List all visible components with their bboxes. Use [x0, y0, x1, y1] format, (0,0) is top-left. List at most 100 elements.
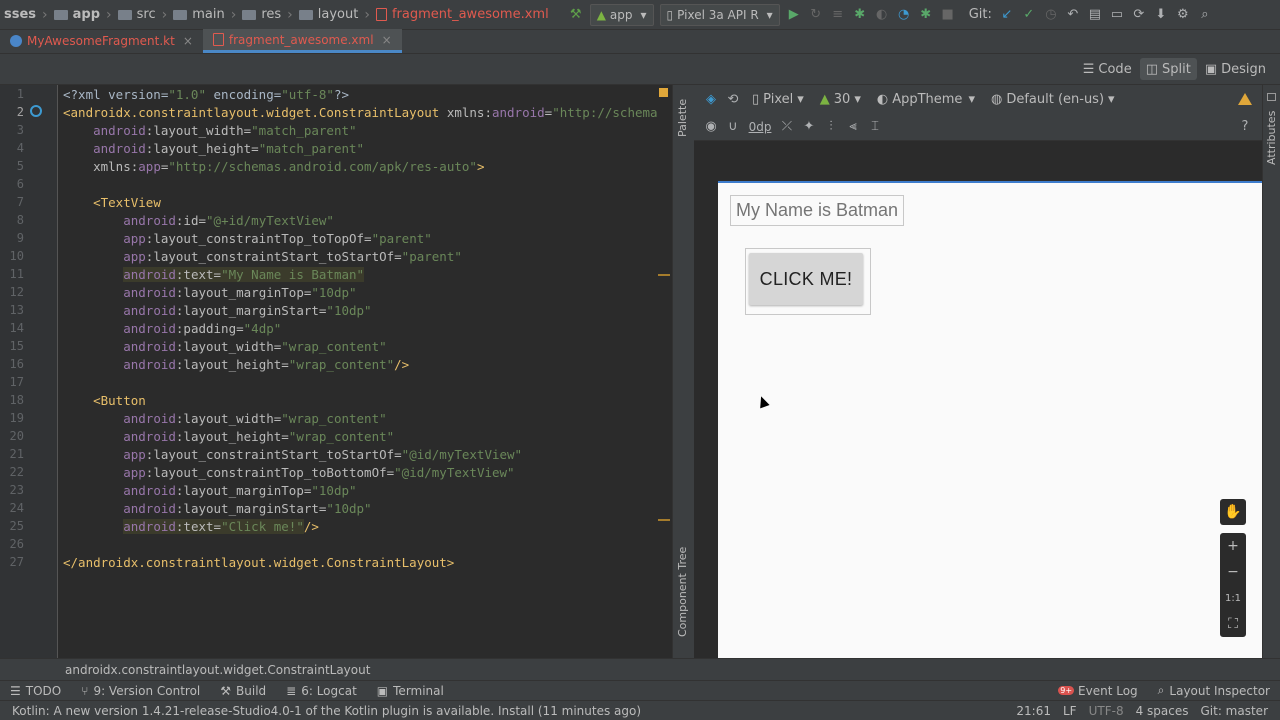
breadcrumb-file[interactable]: fragment_awesome.xml	[372, 0, 553, 30]
design-mode-button[interactable]: ▣ Design	[1199, 58, 1272, 80]
code-line[interactable]: android:text="My Name is Batman"	[63, 266, 365, 284]
guidelines-icon[interactable]: ⫶	[820, 116, 842, 138]
hammer-icon[interactable]: ⚒	[565, 4, 587, 26]
magnet-icon[interactable]: ∪	[722, 116, 744, 138]
breadcrumb-src[interactable]: src	[114, 0, 160, 30]
run-icon[interactable]: ▶	[783, 4, 805, 26]
code-mode-button[interactable]: ☰ Code	[1077, 58, 1138, 80]
breadcrumb-layout[interactable]: layout	[295, 0, 363, 30]
stop-icon[interactable]: ■	[937, 4, 959, 26]
git-history-icon[interactable]: ◷	[1040, 4, 1062, 26]
code-line[interactable]: app:layout_constraintStart_toStartOf="pa…	[63, 248, 462, 266]
event-log-tool-window[interactable]: 9+ Event Log	[1048, 684, 1147, 698]
logcat-tool-window[interactable]: ≣ 6: Logcat	[276, 684, 367, 698]
baseline-icon[interactable]: ⌶	[864, 116, 886, 138]
code-line[interactable]: android:layout_height="match_parent"	[63, 140, 364, 158]
zoom-in-icon[interactable]: +	[1220, 533, 1246, 559]
code-line[interactable]: android:layout_marginTop="10dp"	[63, 482, 356, 500]
code-line[interactable]: </androidx.constraintlayout.widget.Const…	[63, 554, 454, 572]
api-level-dropdown[interactable]: ▲ 30 ▾	[820, 92, 861, 107]
build-tool-window[interactable]: ⚒ Build	[210, 684, 276, 698]
preview-button[interactable]: CLICK ME!	[749, 253, 863, 305]
component-tree-tab[interactable]: Component Tree	[676, 547, 689, 637]
layout-preview[interactable]: My Name is Batman CLICK ME!	[718, 181, 1262, 658]
attributes-tab[interactable]: Attributes	[1265, 111, 1278, 165]
help-icon[interactable]: ?	[1234, 116, 1256, 138]
run-config-dropdown[interactable]: ▲ app ▾	[589, 3, 654, 26]
line-separator[interactable]: LF	[1063, 704, 1077, 718]
code-line[interactable]: <Button	[63, 392, 146, 410]
todo-tool-window[interactable]: ☰ TODO	[0, 684, 71, 698]
layers-icon[interactable]: ◈	[700, 88, 722, 110]
default-margin-button[interactable]: 0dp	[744, 116, 776, 138]
git-commit-icon[interactable]: ✓	[1018, 4, 1040, 26]
code-line[interactable]: app:layout_constraintTop_toTopOf="parent…	[63, 230, 432, 248]
code-line[interactable]: android:id="@+id/myTextView"	[63, 212, 334, 230]
highlight-marker[interactable]	[658, 519, 670, 521]
git-branch[interactable]: Git: master	[1200, 704, 1268, 718]
locale-dropdown[interactable]: ◍ Default (en-us) ▾	[991, 92, 1115, 107]
layout-inspector-tool-window[interactable]: ⌕ Layout Inspector	[1148, 683, 1280, 698]
gear-icon[interactable]: ⚙	[1172, 4, 1194, 26]
layout-gutter-icon[interactable]	[30, 105, 42, 117]
code-line[interactable]: android:layout_marginTop="10dp"	[63, 284, 356, 302]
warning-icon[interactable]	[1238, 93, 1252, 105]
code-line[interactable]: app:layout_constraintTop_toBottomOf="@id…	[63, 464, 514, 482]
revert-icon[interactable]: ↶	[1062, 4, 1084, 26]
profiler-icon[interactable]: ◔	[893, 4, 915, 26]
code-line[interactable]: xmlns:app="http://schemas.android.com/ap…	[63, 158, 484, 176]
rerun-icon[interactable]: ↻	[805, 4, 827, 26]
clear-constraints-icon[interactable]: ⤫	[776, 116, 798, 138]
project-structure-icon[interactable]: ▤	[1084, 4, 1106, 26]
sdk-manager-icon[interactable]: ⬇	[1150, 4, 1172, 26]
code-line[interactable]: android:layout_height="wrap_content"	[63, 428, 394, 446]
terminal-tool-window[interactable]: ▣ Terminal	[367, 684, 454, 698]
zoom-out-icon[interactable]: −	[1220, 559, 1246, 585]
sync-icon[interactable]: ⟳	[1128, 4, 1150, 26]
indent-setting[interactable]: 4 spaces	[1136, 704, 1189, 718]
tab-myawesomefragment[interactable]: MyAwesomeFragment.kt ×	[0, 29, 203, 53]
file-encoding[interactable]: UTF-8	[1089, 704, 1124, 718]
code-line[interactable]: <?xml version="1.0" encoding="utf-8"?>	[63, 86, 349, 104]
preview-textview[interactable]: My Name is Batman	[730, 195, 905, 226]
apply-changes-icon[interactable]: ≡	[827, 4, 849, 26]
zoom-actual-button[interactable]: 1:1	[1220, 585, 1246, 611]
close-icon[interactable]: ×	[382, 33, 392, 47]
code-line[interactable]: android:text="Click me!"/>	[63, 518, 319, 536]
code-line[interactable]: android:layout_width="wrap_content"	[63, 410, 386, 428]
close-icon[interactable]: ×	[183, 34, 193, 48]
tab-fragment-awesome[interactable]: fragment_awesome.xml ×	[202, 29, 402, 53]
eye-icon[interactable]: ◉	[700, 116, 722, 138]
code-line[interactable]: android:padding="4dp"	[63, 320, 281, 338]
caret-position[interactable]: 21:61	[1016, 704, 1051, 718]
device-preview-dropdown[interactable]: ▯ Pixel ▾	[752, 92, 804, 107]
palette-tab[interactable]: Palette	[676, 99, 689, 137]
debug-icon[interactable]: ✱	[849, 4, 871, 26]
breadcrumb-main[interactable]: main	[169, 0, 228, 30]
breadcrumb-tag[interactable]: androidx.constraintlayout.widget.Constra…	[65, 663, 370, 677]
device-dropdown[interactable]: ▯ Pixel 3a API R ▾	[659, 3, 780, 26]
code-line[interactable]: android:layout_height="wrap_content"/>	[63, 356, 409, 374]
infer-constraints-icon[interactable]: ✦	[798, 116, 820, 138]
pan-hand-icon[interactable]: ✋	[1220, 499, 1246, 525]
breadcrumb-app[interactable]: app	[50, 0, 104, 30]
theme-dropdown[interactable]: ◐ AppTheme ▾	[877, 92, 975, 107]
coverage-icon[interactable]: ◐	[871, 4, 893, 26]
split-mode-button[interactable]: ◫ Split	[1139, 58, 1197, 80]
code-editor[interactable]: <?xml version="1.0" encoding="utf-8"?> <a…	[59, 85, 672, 658]
code-line[interactable]: android:layout_width="wrap_content"	[63, 338, 386, 356]
code-line[interactable]: android:layout_marginStart="10dp"	[63, 302, 371, 320]
status-message[interactable]: Kotlin: A new version 1.4.21-release-Stu…	[12, 704, 641, 718]
zoom-fit-icon[interactable]: ⛶	[1220, 611, 1246, 637]
code-line[interactable]: android:layout_width="match_parent"	[63, 122, 356, 140]
git-update-icon[interactable]: ↙	[996, 4, 1018, 26]
version-control-tool-window[interactable]: ⑂ 9: Version Control	[71, 684, 210, 698]
attach-debugger-icon[interactable]: ✱	[915, 4, 937, 26]
highlight-marker[interactable]	[658, 274, 670, 276]
search-icon[interactable]: ⌕	[1194, 4, 1216, 26]
code-line[interactable]: app:layout_constraintStart_toStartOf="@i…	[63, 446, 522, 464]
preview-button-bounds[interactable]: CLICK ME!	[745, 248, 871, 315]
avd-manager-icon[interactable]: ▭	[1106, 4, 1128, 26]
breadcrumb-item[interactable]: sses	[0, 0, 40, 30]
orientation-icon[interactable]: ⟲	[722, 88, 744, 110]
